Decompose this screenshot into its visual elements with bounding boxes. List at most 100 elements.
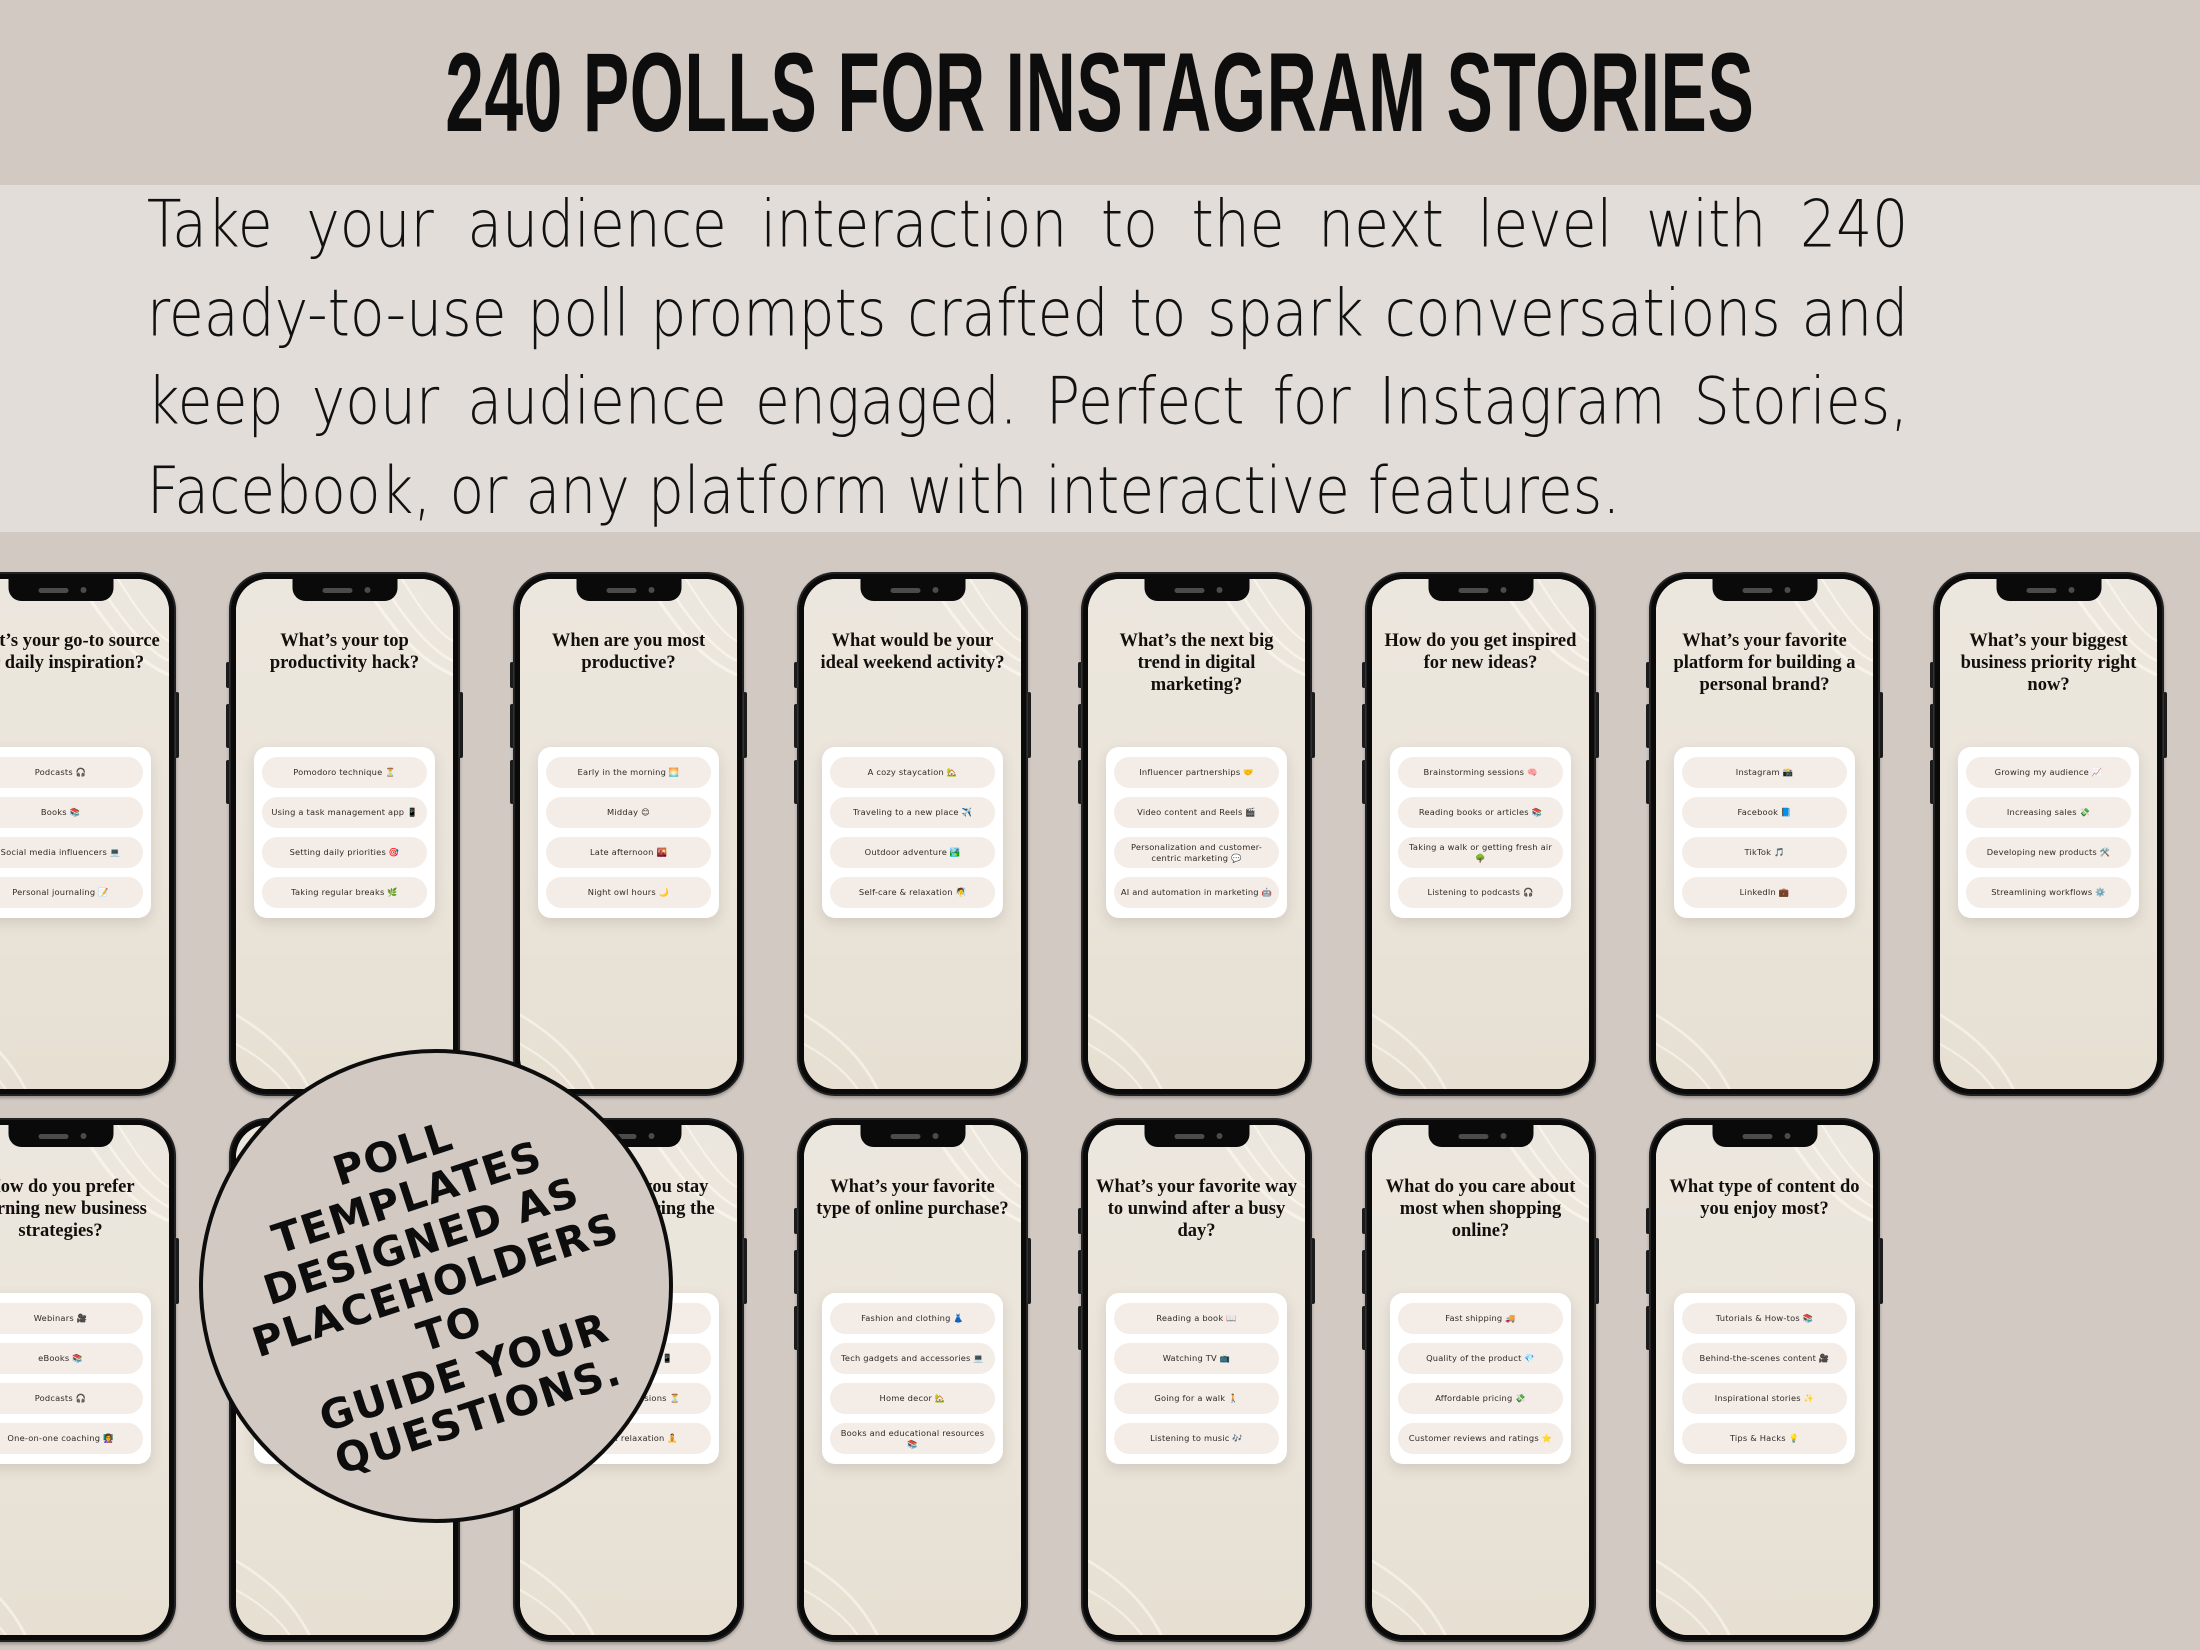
phone-volume-down-button [1078,760,1082,804]
phone-volume-down-button [226,760,230,804]
poll-option[interactable]: LinkedIn 💼 [1682,877,1847,908]
phone-notch [1428,579,1533,601]
poll-option[interactable]: Reading books or articles 📚 [1398,797,1563,828]
poll-option[interactable]: Watching TV 📺 [1114,1343,1279,1374]
poll-templates-stamp-badge: POLL TEMPLATES DESIGNED AS PLACEHOLDERS … [199,1049,673,1523]
phone-mute-switch [1646,662,1650,688]
poll-option[interactable]: Inspirational stories ✨ [1682,1383,1847,1414]
poll-option[interactable]: eBooks 📚 [0,1343,143,1374]
earpiece-speaker-icon [890,1134,920,1139]
poll-option[interactable]: Tech gadgets and accessories 💻 [830,1343,995,1374]
phone-notch [576,579,681,601]
poll-option[interactable]: AI and automation in marketing 🤖 [1114,877,1279,908]
poll-option[interactable]: Night owl hours 🌙 [546,877,711,908]
poll-option[interactable]: Streamlining workflows ⚙️ [1966,877,2131,908]
phone-mockup: What’s your favorite type of online purc… [794,1118,1031,1642]
poll-option[interactable]: Midday 😊 [546,797,711,828]
phone-volume-down-button [1646,1306,1650,1350]
poll-question: What’s your go-to source for daily inspi… [0,631,160,673]
poll-option[interactable]: Social media influencers 💻 [0,837,143,868]
poll-option[interactable]: Tips & Hacks 💡 [1682,1423,1847,1454]
poll-option[interactable]: One-on-one coaching 👩‍🏫 [0,1423,143,1454]
phone-power-button [1027,692,1031,758]
phone-mute-switch [1930,662,1934,688]
poll-options-card: A cozy staycation 🏡 Traveling to a new pl… [822,747,1003,918]
poll-option[interactable]: Personalization and customer-centric mar… [1114,837,1279,868]
phone-mute-switch [1078,662,1082,688]
page-title: 240 POLLS FOR INSTAGRAM STORIES [445,29,1755,155]
poll-option[interactable]: Fashion and clothing 👗 [830,1303,995,1334]
poll-option[interactable]: Traveling to a new place ✈️ [830,797,995,828]
poll-option[interactable]: Taking a walk or getting fresh air 🌳 [1398,837,1563,868]
poll-option[interactable]: Listening to music 🎶 [1114,1423,1279,1454]
poll-question: What’s your top productivity hack? [269,631,420,673]
phone-power-button [175,692,179,758]
poll-option[interactable]: A cozy staycation 🏡 [830,757,995,788]
poll-option[interactable]: Taking regular breaks 🌿 [262,877,427,908]
phone-volume-up-button [1362,704,1366,748]
poll-option[interactable]: Self-care & relaxation 🧖 [830,877,995,908]
poll-options-card: Reading a book 📖 Watching TV 📺 Going for a… [1106,1293,1287,1464]
phone-mockup: What’s the next big trend in digital mar… [1078,572,1315,1096]
phone-screen: What’s your top productivity hack? Pomodo… [236,579,453,1089]
poll-option[interactable]: Influencer partnerships 🤝 [1114,757,1279,788]
phone-volume-up-button [1930,704,1934,748]
phone-volume-up-button [510,704,514,748]
phone-volume-down-button [1078,1306,1082,1350]
poll-option[interactable]: Listening to podcasts 🎧 [1398,877,1563,908]
poll-question: What’s your favorite way to unwind after… [1096,1177,1297,1241]
phone-volume-down-button [510,760,514,804]
poll-option[interactable]: Reading a book 📖 [1114,1303,1279,1334]
earpiece-speaker-icon [322,588,352,593]
poll-option[interactable]: Customer reviews and ratings ⭐ [1398,1423,1563,1454]
poll-question: What’s your biggest business priority ri… [1960,631,2137,695]
front-camera-icon [1216,1133,1222,1139]
front-camera-icon [80,587,86,593]
poll-option[interactable]: Video content and Reels 🎬 [1114,797,1279,828]
earpiece-speaker-icon [1174,588,1204,593]
phone-mute-switch [510,662,514,688]
phone-mockup: What’s your favorite way to unwind after… [1078,1118,1315,1642]
poll-option[interactable]: TikTok 🎵 [1682,837,1847,868]
phone-notch [1712,1125,1817,1147]
phone-screen: When are you most productive? Early in th… [520,579,737,1089]
poll-option[interactable]: Webinars 🎥 [0,1303,143,1334]
poll-option[interactable]: Developing new products 🛠️ [1966,837,2131,868]
phone-mute-switch [794,1208,798,1234]
poll-options-card: Webinars 🎥 eBooks 📚 Podcasts 🎧 One-on-one c… [0,1293,151,1464]
poll-option[interactable]: Podcasts 🎧 [0,1383,143,1414]
poll-option[interactable]: Behind-the-scenes content 🎥 [1682,1343,1847,1374]
poll-option[interactable]: Affordable pricing 💸 [1398,1383,1563,1414]
poll-options-card: Brainstorming sessions 🧠 Reading books or… [1390,747,1571,918]
poll-option[interactable]: Fast shipping 🚚 [1398,1303,1563,1334]
poll-option[interactable]: Quality of the product 💎 [1398,1343,1563,1374]
phone-notch [1712,579,1817,601]
poll-option[interactable]: Outdoor adventure 🏞️ [830,837,995,868]
phone-volume-up-button [1078,1250,1082,1294]
phone-screen: What’s your favorite way to unwind after… [1088,1125,1305,1635]
poll-option[interactable]: Facebook 📘 [1682,797,1847,828]
phone-volume-up-button [794,1250,798,1294]
poll-option[interactable]: Growing my audience 📈 [1966,757,2131,788]
poll-option[interactable]: Early in the morning 🌅 [546,757,711,788]
poll-option[interactable]: Books and educational resources 📚 [830,1423,995,1454]
poll-options-card: Fast shipping 🚚 Quality of the product 💎 A… [1390,1293,1571,1464]
earpiece-speaker-icon [1458,588,1488,593]
phone-notch [1996,579,2101,601]
poll-option[interactable]: Late afternoon 🌇 [546,837,711,868]
poll-option[interactable]: Increasing sales 💸 [1966,797,2131,828]
poll-option[interactable]: Tutorials & How-tos 📚 [1682,1303,1847,1334]
poll-option[interactable]: Going for a walk 🚶 [1114,1383,1279,1414]
phone-mockup: What would be your ideal weekend activit… [794,572,1031,1096]
poll-option[interactable]: Using a task management app 📱 [262,797,427,828]
poll-option[interactable]: Books 📚 [0,797,143,828]
front-camera-icon [80,1133,86,1139]
poll-option[interactable]: Pomodoro technique ⏳ [262,757,427,788]
poll-option[interactable]: Podcasts 🎧 [0,757,143,788]
poll-option[interactable]: Personal journaling 📝 [0,877,143,908]
earpiece-speaker-icon [1742,1134,1772,1139]
poll-option[interactable]: Home decor 🏡 [830,1383,995,1414]
poll-option[interactable]: Setting daily priorities 🎯 [262,837,427,868]
poll-option[interactable]: Brainstorming sessions 🧠 [1398,757,1563,788]
poll-option[interactable]: Instagram 📸 [1682,757,1847,788]
